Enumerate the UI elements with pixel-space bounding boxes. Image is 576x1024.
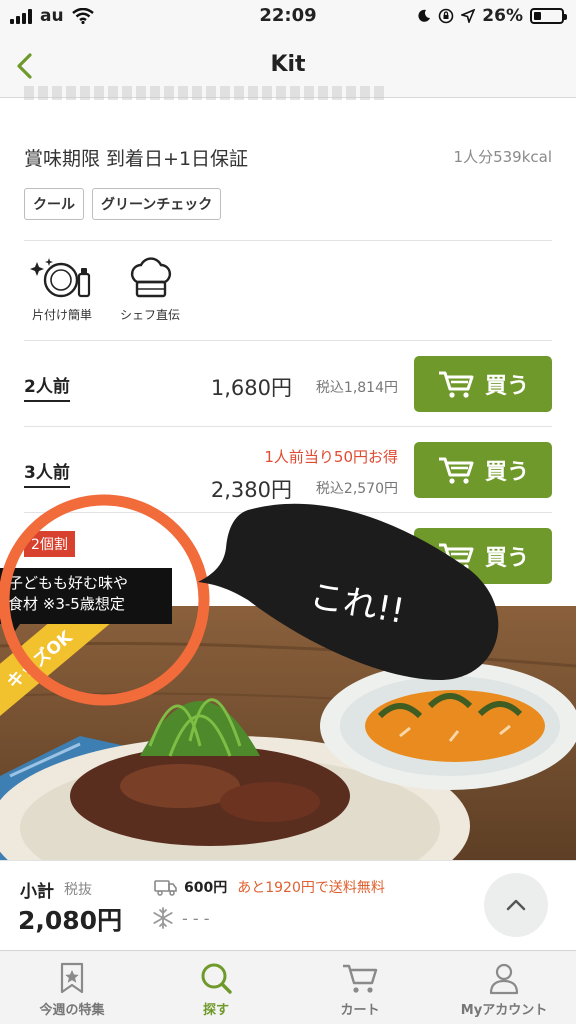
search-icon bbox=[201, 963, 232, 994]
subtotal-bar: 小計 税抜 2,080円 600円 あと1920円で送料無料 - - - bbox=[0, 860, 576, 950]
moon-icon bbox=[418, 9, 431, 22]
cool-fee: - - - bbox=[182, 908, 210, 928]
tab-label: Myアカウント bbox=[460, 1003, 548, 1018]
cart-icon bbox=[343, 964, 378, 993]
calorie-text: 1人分539kcal bbox=[453, 148, 552, 166]
tab-label: 探す bbox=[202, 1003, 229, 1018]
expiry-text: 賞味期限 到着日+1日保証 bbox=[24, 148, 249, 170]
divider bbox=[24, 240, 552, 241]
shipping-row: 600円 あと1920円で送料無料 bbox=[154, 877, 385, 897]
buy-label: 買う bbox=[484, 546, 529, 571]
price-text: 1,680円 bbox=[210, 376, 292, 400]
feature-label: 片付け簡単 bbox=[31, 308, 92, 322]
feature-easy-cleanup: 片付け簡単 bbox=[24, 256, 100, 323]
snowflake-icon bbox=[153, 907, 173, 929]
food-photo-illustration bbox=[0, 606, 576, 860]
feature-icons: 片付け簡単 シェフ直伝 bbox=[24, 256, 188, 323]
cool-fee-row: - - - bbox=[152, 907, 210, 929]
tax-in-price: 税込1,814円 bbox=[315, 380, 398, 396]
tooltip-line-1: 子どもも好む味や bbox=[8, 574, 129, 592]
subtotal-amount: 2,080円 bbox=[18, 906, 123, 935]
servings-label: 2人前 bbox=[24, 372, 70, 402]
tag-green-check: グリーンチェック bbox=[92, 188, 222, 220]
location-icon bbox=[461, 9, 476, 23]
food-photo bbox=[0, 606, 576, 860]
buy-button[interactable]: 買う bbox=[414, 528, 552, 584]
tax-in-price: 税込2,570円 bbox=[315, 481, 398, 497]
star-bookmark-icon bbox=[60, 962, 84, 994]
divider bbox=[24, 512, 552, 513]
tab-label: 今週の特集 bbox=[39, 1003, 105, 1018]
tooltip-tail bbox=[6, 624, 20, 634]
tag-list: クール グリーンチェック bbox=[24, 188, 222, 220]
divider bbox=[24, 340, 552, 341]
chevron-up-icon bbox=[506, 899, 526, 911]
buy-button[interactable]: 買う bbox=[414, 356, 552, 412]
tooltip-line-2: 食材 ※3-5歳想定 bbox=[8, 595, 125, 613]
cart-icon bbox=[438, 543, 474, 570]
status-right: 26% bbox=[417, 6, 567, 26]
subtotal-label: 小計 bbox=[20, 882, 54, 902]
orientation-lock-icon bbox=[438, 8, 454, 24]
buy-label: 買う bbox=[484, 460, 529, 485]
battery-icon bbox=[530, 8, 567, 24]
scroll-top-button[interactable] bbox=[484, 873, 548, 937]
shipping-fee: 600円 bbox=[184, 880, 228, 896]
servings-label: 3人前 bbox=[24, 458, 70, 488]
free-shipping-note: あと1920円で送料無料 bbox=[237, 880, 385, 896]
chef-hat-icon bbox=[130, 257, 172, 298]
person-icon bbox=[489, 963, 519, 995]
tab-bar: 今週の特集 探す カート Myアカウント bbox=[0, 950, 576, 1024]
status-bar: au 22:09 26% bbox=[0, 0, 576, 34]
tag-cool: クール bbox=[24, 188, 84, 220]
tab-my-account[interactable]: Myアカウント bbox=[432, 951, 576, 1024]
page-title: Kit bbox=[270, 52, 306, 77]
buy-button[interactable]: 買う bbox=[414, 442, 552, 498]
tab-label: カート bbox=[340, 1003, 380, 1018]
divider bbox=[24, 426, 552, 427]
feature-label: シェフ直伝 bbox=[119, 308, 180, 322]
bundle-badge: 2個割 bbox=[24, 531, 75, 557]
kids-tooltip: 子どもも好む味や 食材 ※3-5歳想定 bbox=[0, 568, 172, 624]
price-text: 2,380円 bbox=[210, 478, 292, 502]
tab-weekly-feature[interactable]: 今週の特集 bbox=[0, 951, 144, 1024]
tab-search[interactable]: 探す bbox=[144, 951, 288, 1024]
subtotal-tax-note: 税抜 bbox=[64, 882, 92, 898]
cart-icon bbox=[438, 457, 474, 484]
promo-text: 1人前当り50円お得 bbox=[264, 448, 398, 466]
dish-clean-icon bbox=[30, 258, 91, 298]
buy-label: 買う bbox=[484, 374, 529, 399]
cart-icon bbox=[438, 371, 474, 398]
truck-icon bbox=[154, 880, 177, 896]
feature-chef-recipe: シェフ直伝 bbox=[112, 256, 188, 323]
clipped-text-row bbox=[24, 86, 384, 100]
tab-cart[interactable]: カート bbox=[288, 951, 432, 1024]
battery-percent: 26% bbox=[482, 6, 523, 26]
